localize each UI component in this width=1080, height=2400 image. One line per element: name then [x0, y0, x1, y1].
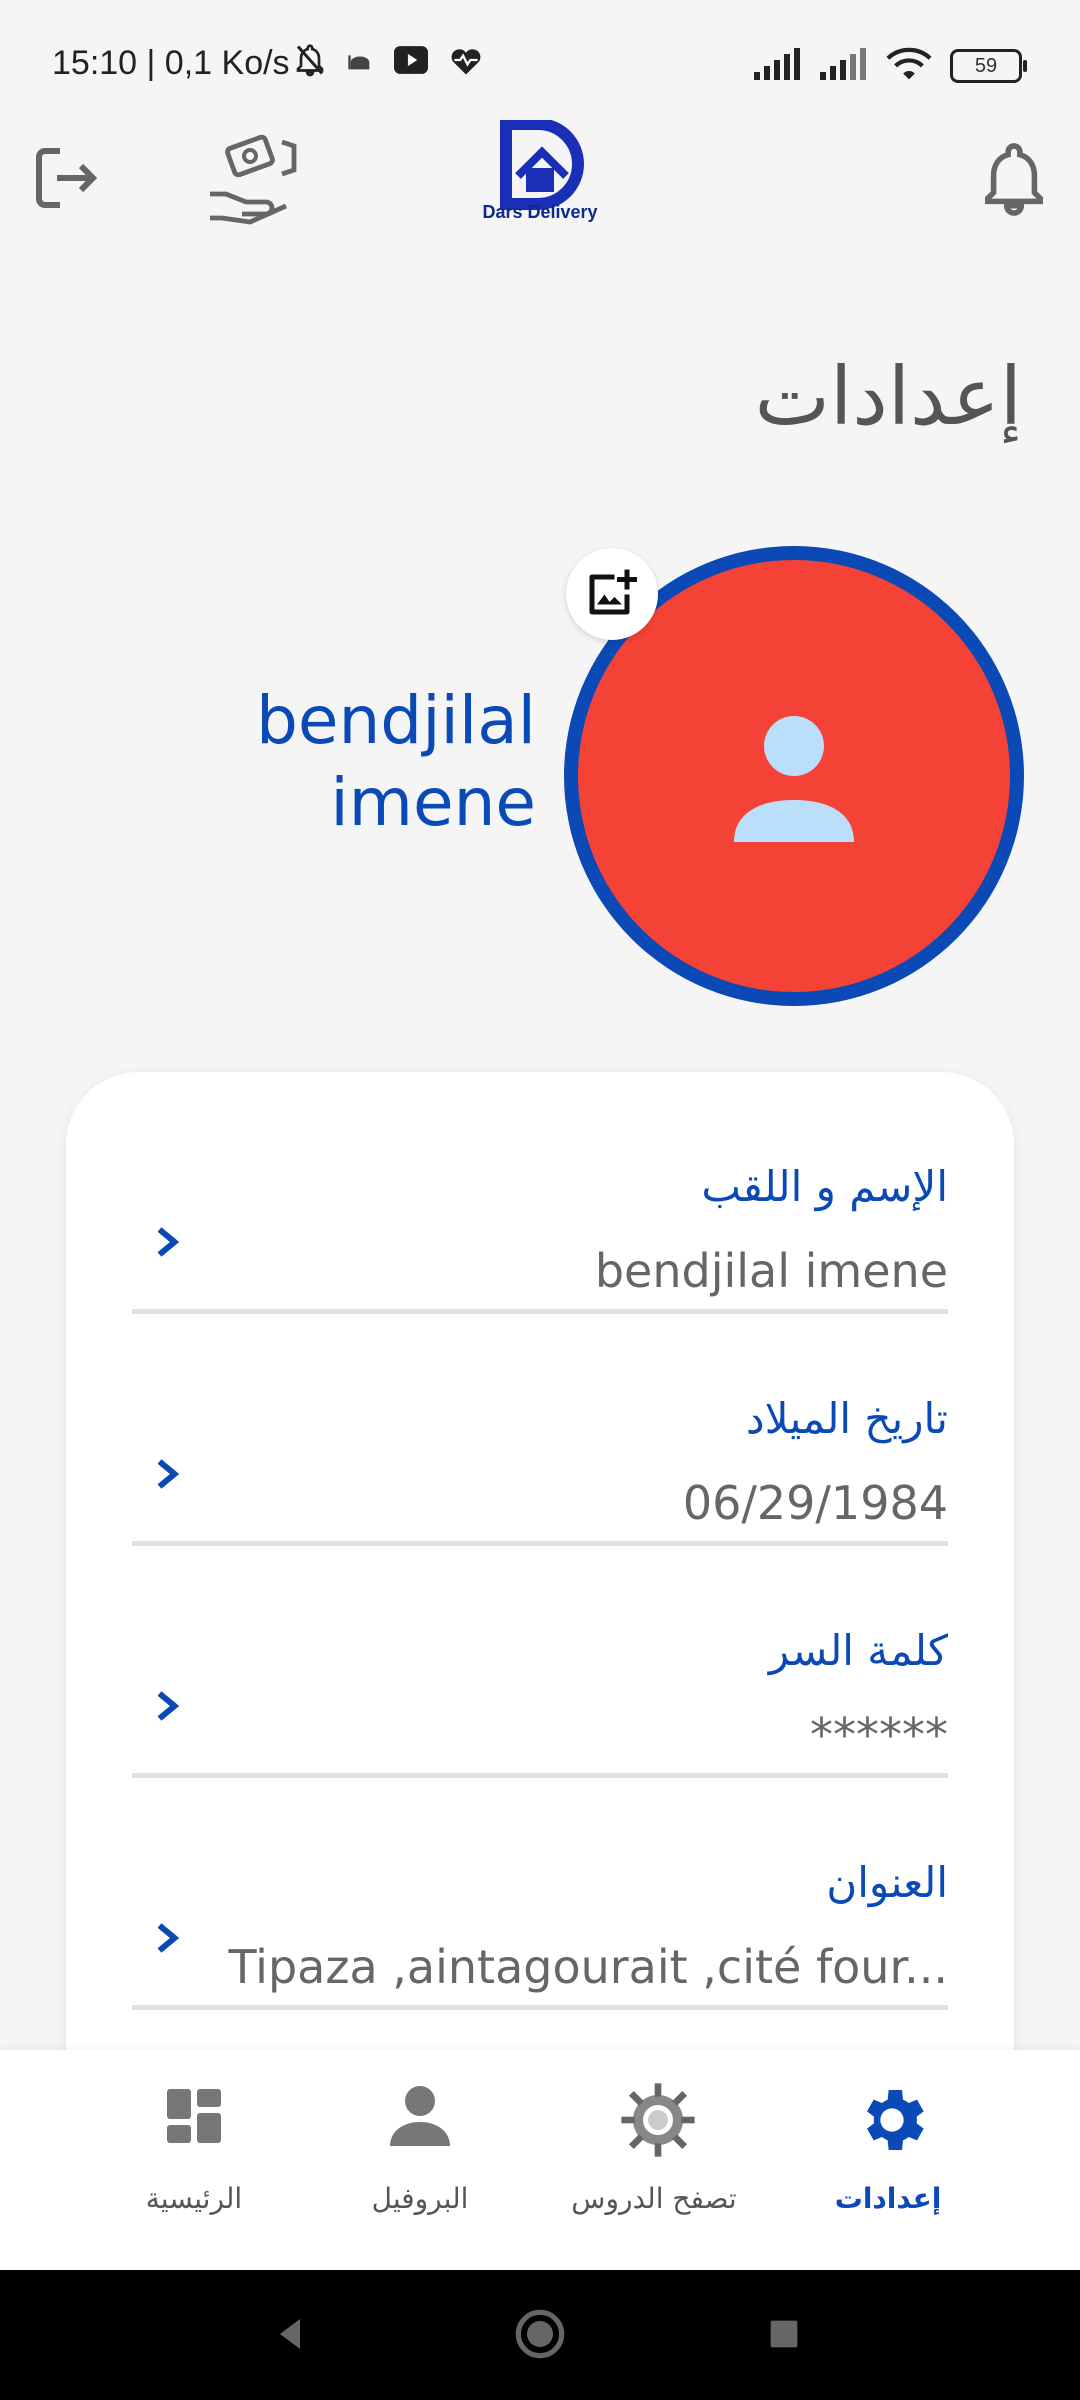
setting-label: العنوان	[826, 1858, 948, 1907]
bottom-navigation: الرئيسية البروفيل تصفح الدروس إعدادات	[0, 2050, 1080, 2270]
home-icon[interactable]	[514, 2308, 566, 2364]
youtube-icon	[392, 43, 430, 81]
add-photo-button[interactable]	[566, 548, 658, 640]
bell-icon	[979, 140, 1049, 220]
gear-network-icon	[618, 2080, 695, 2157]
payment-button[interactable]	[200, 130, 300, 230]
mosque-icon	[346, 46, 374, 78]
status-bar: 15:10 | 0,1 Ko/s 59	[0, 0, 1080, 130]
nav-label: الرئيسية	[145, 2182, 243, 2215]
chevron-right-icon	[152, 1918, 182, 1958]
chevron-right-icon	[152, 1222, 182, 1262]
heartbeat-icon	[448, 44, 484, 80]
logo-text: Dars Delivery	[482, 202, 598, 222]
chevron-right-icon	[152, 1454, 182, 1494]
logout-button[interactable]	[26, 140, 106, 220]
setting-value: ******	[810, 1708, 948, 1762]
dashboard-icon	[158, 2080, 230, 2152]
mute-bell-icon	[292, 42, 328, 82]
profile-name: bendjilal imene	[116, 680, 536, 844]
back-icon[interactable]	[270, 2314, 310, 2358]
add-photo-icon	[582, 562, 642, 626]
nav-label: البروفيل	[371, 2182, 469, 2215]
setting-label: كلمة السر	[768, 1626, 948, 1675]
divider	[132, 2005, 948, 2010]
nav-item-profile[interactable]: البروفيل	[300, 2050, 540, 2270]
wifi-icon	[886, 46, 932, 86]
dars-delivery-logo: Dars Delivery	[470, 120, 610, 240]
signal-icon	[754, 48, 802, 84]
setting-label: الإسم و اللقب	[701, 1162, 948, 1211]
handshake-money-icon	[202, 130, 298, 230]
setting-label: تاريخ الميلاد	[745, 1394, 948, 1443]
setting-row-address[interactable]: العنوان Tipaza ,aintagourait ,cité four.…	[132, 1768, 948, 2010]
settings-gear-icon	[852, 2080, 924, 2152]
person-placeholder-icon	[722, 704, 866, 852]
chevron-right-icon	[152, 1686, 182, 1726]
setting-row-password[interactable]: كلمة السر ******	[132, 1536, 948, 1778]
battery-icon: 59	[950, 49, 1027, 83]
person-icon	[384, 2080, 456, 2152]
page-title: إعدادات	[754, 350, 1022, 443]
recents-icon[interactable]	[764, 2314, 804, 2358]
system-navigation-bar	[0, 2270, 1080, 2400]
profile-name-line2: imene	[330, 764, 536, 841]
signal-icon	[820, 48, 868, 84]
notifications-button[interactable]	[972, 138, 1056, 222]
setting-row-birthdate[interactable]: تاريخ الميلاد 06/29/1984	[132, 1304, 948, 1546]
settings-card: الإسم و اللقب bendjilal imene تاريخ المي…	[66, 1072, 1014, 2072]
logout-icon	[30, 142, 102, 218]
setting-value: Tipaza ,aintagourait ,cité four...	[228, 1940, 948, 1994]
setting-value: bendjilal imene	[594, 1244, 948, 1298]
nav-item-browse-lessons[interactable]: تصفح الدروس	[534, 2050, 774, 2270]
nav-label: تصفح الدروس	[571, 2182, 737, 2215]
setting-value: 06/29/1984	[682, 1476, 948, 1530]
status-time: 15:10 | 0,1 Ko/s	[52, 44, 290, 82]
nav-label: إعدادات	[834, 2182, 942, 2215]
nav-item-settings[interactable]: إعدادات	[768, 2050, 1008, 2270]
setting-row-name[interactable]: الإسم و اللقب bendjilal imene	[132, 1072, 948, 1314]
profile-name-line1: bendjilal	[255, 682, 536, 759]
nav-item-home[interactable]: الرئيسية	[74, 2050, 314, 2270]
